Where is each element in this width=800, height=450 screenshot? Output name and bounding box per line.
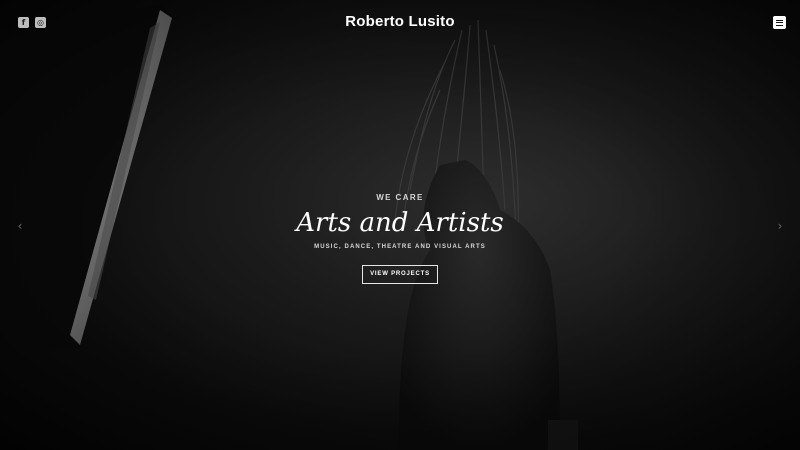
site-header: f ◎ Roberto Lusito [0, 0, 800, 46]
hero-subtitle: MUSIC, DANCE, THEATRE AND VISUAL ARTS [314, 244, 486, 250]
hero-slider: f ◎ Roberto Lusito ‹ › WE CARE Arts and … [0, 0, 800, 450]
hero-title: Arts and Artists [296, 208, 504, 238]
view-projects-button[interactable]: VIEW PROJECTS [362, 265, 438, 284]
site-logo[interactable]: Roberto Lusito [0, 13, 800, 30]
hero-content: WE CARE Arts and Artists MUSIC, DANCE, T… [0, 193, 800, 284]
menu-bar [776, 19, 783, 21]
menu-bar [776, 24, 783, 26]
hamburger-menu-icon[interactable] [773, 16, 786, 29]
hero-eyebrow: WE CARE [376, 193, 424, 202]
menu-bar [776, 22, 783, 24]
